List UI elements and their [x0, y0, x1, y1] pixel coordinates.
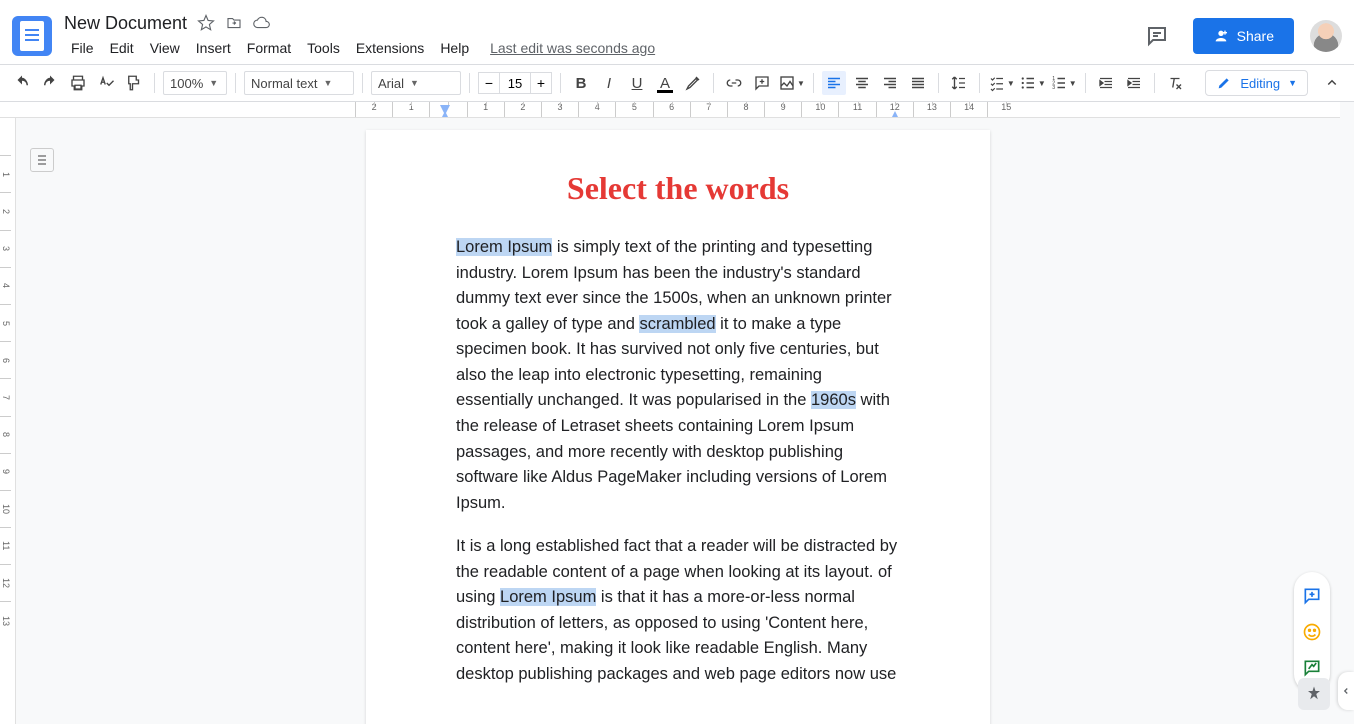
- align-justify-button[interactable]: [906, 71, 930, 95]
- bulleted-list-button[interactable]: ▼: [1019, 71, 1046, 95]
- editing-mode-button[interactable]: Editing ▼: [1205, 70, 1308, 96]
- add-comment-button[interactable]: [750, 71, 774, 95]
- increase-indent-button[interactable]: [1122, 71, 1146, 95]
- annotation-text: Select the words: [456, 170, 900, 207]
- menu-format[interactable]: Format: [240, 36, 298, 60]
- align-center-button[interactable]: [850, 71, 874, 95]
- checklist-button[interactable]: ▼: [988, 71, 1015, 95]
- share-button[interactable]: Share: [1193, 18, 1294, 54]
- hide-menus-button[interactable]: [1320, 71, 1344, 95]
- move-icon[interactable]: [225, 14, 243, 32]
- font-select[interactable]: Arial▼: [371, 71, 461, 95]
- vertical-ruler[interactable]: 12345678910111213: [0, 118, 16, 724]
- star-icon[interactable]: [197, 14, 215, 32]
- highlighted-text[interactable]: Lorem Ipsum: [456, 238, 552, 256]
- svg-text:3: 3: [1052, 85, 1055, 91]
- text-color-button[interactable]: A: [653, 71, 677, 95]
- font-size-control: − +: [478, 72, 552, 94]
- document-body[interactable]: Lorem Ipsum is simply text of the printi…: [456, 235, 900, 688]
- paragraph-1: Lorem Ipsum is simply text of the printi…: [456, 235, 900, 516]
- highlighted-text[interactable]: Lorem Ipsum: [500, 588, 596, 606]
- spellcheck-button[interactable]: [94, 71, 118, 95]
- header: New Document File Edit View Insert Forma…: [0, 0, 1354, 64]
- insert-image-button[interactable]: ▼: [778, 71, 805, 95]
- undo-button[interactable]: [10, 71, 34, 95]
- paragraph-2: It is a long established fact that a rea…: [456, 534, 900, 687]
- emoji-reaction-button[interactable]: [1294, 614, 1330, 650]
- document-title[interactable]: New Document: [64, 13, 187, 34]
- menu-tools[interactable]: Tools: [300, 36, 347, 60]
- cloud-saved-icon[interactable]: [253, 14, 271, 32]
- font-size-decrease[interactable]: −: [478, 72, 500, 94]
- menu-help[interactable]: Help: [433, 36, 476, 60]
- title-area: New Document File Edit View Insert Forma…: [64, 13, 1137, 60]
- align-left-button[interactable]: [822, 71, 846, 95]
- highlighted-text[interactable]: scrambled: [639, 315, 715, 333]
- redo-button[interactable]: [38, 71, 62, 95]
- explore-button[interactable]: [1298, 678, 1330, 710]
- bold-button[interactable]: B: [569, 71, 593, 95]
- insert-link-button[interactable]: [722, 71, 746, 95]
- font-size-input[interactable]: [500, 72, 530, 94]
- account-avatar[interactable]: [1310, 20, 1342, 52]
- toolbar: 100%▼ Normal text▼ Arial▼ − + B I U A ▼ …: [0, 64, 1354, 102]
- horizontal-ruler[interactable]: 21123456789101112131415: [0, 102, 1340, 118]
- docs-home-icon[interactable]: [12, 16, 52, 56]
- paragraph-style-select[interactable]: Normal text▼: [244, 71, 354, 95]
- share-label: Share: [1237, 28, 1274, 44]
- side-panel-toggle[interactable]: [1338, 672, 1354, 710]
- menu-bar: File Edit View Insert Format Tools Exten…: [64, 36, 1137, 60]
- paint-format-button[interactable]: [122, 71, 146, 95]
- print-button[interactable]: [66, 71, 90, 95]
- zoom-select[interactable]: 100%▼: [163, 71, 227, 95]
- page-scroll-area[interactable]: Select the words Lorem Ipsum is simply t…: [16, 118, 1340, 724]
- menu-view[interactable]: View: [143, 36, 187, 60]
- menu-file[interactable]: File: [64, 36, 101, 60]
- underline-button[interactable]: U: [625, 71, 649, 95]
- open-comments-button[interactable]: [1137, 16, 1177, 56]
- workspace: 21123456789101112131415 1234567891011121…: [0, 102, 1354, 724]
- font-size-increase[interactable]: +: [530, 72, 552, 94]
- margin-tools: [1294, 572, 1330, 692]
- align-right-button[interactable]: [878, 71, 902, 95]
- clear-formatting-button[interactable]: [1163, 71, 1187, 95]
- highlighted-text[interactable]: 1960s: [811, 391, 856, 409]
- menu-edit[interactable]: Edit: [103, 36, 141, 60]
- menu-insert[interactable]: Insert: [189, 36, 238, 60]
- italic-button[interactable]: I: [597, 71, 621, 95]
- add-comment-side-button[interactable]: [1294, 578, 1330, 614]
- numbered-list-button[interactable]: 123▼: [1050, 71, 1077, 95]
- menu-extensions[interactable]: Extensions: [349, 36, 431, 60]
- last-edit-link[interactable]: Last edit was seconds ago: [490, 40, 655, 56]
- line-spacing-button[interactable]: [947, 71, 971, 95]
- document-page[interactable]: Select the words Lorem Ipsum is simply t…: [366, 130, 990, 724]
- highlight-button[interactable]: [681, 71, 705, 95]
- decrease-indent-button[interactable]: [1094, 71, 1118, 95]
